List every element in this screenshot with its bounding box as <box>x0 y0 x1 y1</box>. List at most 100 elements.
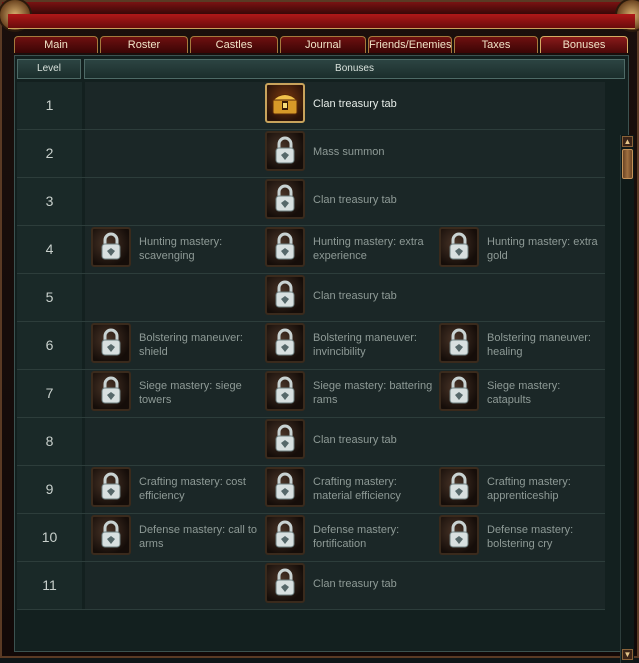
bonus-label: Mass summon <box>313 146 385 158</box>
lock-icon[interactable] <box>265 275 305 315</box>
level-cell: 3 <box>17 178 82 225</box>
lock-icon[interactable] <box>265 467 305 507</box>
bonuses-column-header: Bonuses <box>84 59 625 79</box>
lock-icon[interactable] <box>439 371 479 411</box>
level-cell: 4 <box>17 226 82 273</box>
lock-icon[interactable] <box>265 323 305 363</box>
bonus-label: Clan treasury tab <box>313 434 397 446</box>
bonuses-cell: Siege mastery: siege towers Siege mastery… <box>85 370 605 417</box>
bonus-item[interactable]: Siege mastery: battering rams <box>265 370 435 417</box>
level-cell: 9 <box>17 466 82 513</box>
bonus-label: Siege mastery: siege towers <box>139 380 242 406</box>
bonus-label: Crafting mastery: material efficiency <box>313 476 401 502</box>
level-cell: 6 <box>17 322 82 369</box>
bonus-item[interactable]: Siege mastery: siege towers <box>91 370 261 417</box>
bonus-item[interactable]: Bolstering maneuver: shield <box>91 322 261 369</box>
bonus-item[interactable]: Hunting mastery: extra experience <box>265 226 435 273</box>
bonuses-cell: Clan treasury tab <box>85 82 605 129</box>
lock-icon[interactable] <box>439 515 479 555</box>
bonuses-cell: Clan treasury tab <box>85 274 605 321</box>
bonus-item[interactable]: Defense mastery: call to arms <box>91 514 261 561</box>
lock-icon[interactable] <box>91 371 131 411</box>
bonus-item[interactable]: Mass summon <box>265 130 435 177</box>
table-row: 4 Hunting mastery: scavenging Hunting mast… <box>17 226 605 274</box>
bonus-label: Siege mastery: battering rams <box>313 380 433 406</box>
bonus-item[interactable]: Bolstering maneuver: healing <box>439 322 609 369</box>
bonus-item[interactable]: Hunting mastery: extra gold <box>439 226 609 273</box>
lock-icon[interactable] <box>91 227 131 267</box>
window-frame: Main Roster Castles Journal Friends/Enem… <box>0 0 639 663</box>
bonuses-cell: Clan treasury tab <box>85 178 605 225</box>
bonus-label: Bolstering maneuver: invincibility <box>313 332 417 358</box>
table-row: 3 Clan treasury tab <box>17 178 605 226</box>
tab-journal[interactable]: Journal <box>280 36 366 53</box>
lock-icon[interactable] <box>265 563 305 603</box>
bonus-label: Hunting mastery: scavenging <box>139 236 223 262</box>
tab-bonuses[interactable]: Bonuses <box>540 36 628 53</box>
lock-icon[interactable] <box>439 227 479 267</box>
tab-roster[interactable]: Roster <box>100 36 188 53</box>
bonus-item[interactable]: Crafting mastery: cost efficiency <box>91 466 261 513</box>
lock-icon[interactable] <box>265 131 305 171</box>
bonuses-cell: Clan treasury tab <box>85 418 605 465</box>
level-cell: 1 <box>17 82 82 129</box>
table-row: 1 Clan treasury tab <box>17 82 605 130</box>
bonus-label: Crafting mastery: apprenticeship <box>487 476 571 502</box>
scroll-down-arrow-icon[interactable]: ▼ <box>622 649 633 660</box>
bonus-label: Defense mastery: bolstering cry <box>487 524 574 550</box>
lock-icon[interactable] <box>265 371 305 411</box>
bonus-label: Crafting mastery: cost efficiency <box>139 476 246 502</box>
bonuses-cell: Clan treasury tab <box>85 562 605 609</box>
table-row: 6 Bolstering maneuver: shield Bolstering m… <box>17 322 605 370</box>
lock-icon[interactable] <box>265 179 305 219</box>
tab-castles[interactable]: Castles <box>190 36 278 53</box>
bonuses-panel: Level Bonuses 1 Clan treasury tab 2 Mass su… <box>14 55 634 663</box>
bonus-item[interactable]: Clan treasury tab <box>265 418 435 465</box>
lock-icon[interactable] <box>265 419 305 459</box>
bonus-item[interactable]: Clan treasury tab <box>265 274 435 321</box>
scrollbar[interactable]: ▲ ▼ <box>620 135 634 663</box>
lock-icon[interactable] <box>91 515 131 555</box>
level-cell: 2 <box>17 130 82 177</box>
tab-main[interactable]: Main <box>14 36 98 53</box>
bonus-label: Clan treasury tab <box>313 194 397 206</box>
bonus-item[interactable]: Clan treasury tab <box>265 82 435 129</box>
scroll-up-arrow-icon[interactable]: ▲ <box>622 136 633 147</box>
table-row: 2 Mass summon <box>17 130 605 178</box>
table-row: 7 Siege mastery: siege towers Siege master… <box>17 370 605 418</box>
lock-icon[interactable] <box>439 323 479 363</box>
bonus-label: Bolstering maneuver: shield <box>139 332 243 358</box>
bonus-item[interactable]: Hunting mastery: scavenging <box>91 226 261 273</box>
bonus-item[interactable]: Defense mastery: bolstering cry <box>439 514 609 561</box>
bonus-item[interactable]: Defense mastery: fortification <box>265 514 435 561</box>
bonus-label: Defense mastery: fortification <box>313 524 400 550</box>
table-row: 9 Crafting mastery: cost efficiency Crafti… <box>17 466 605 514</box>
bonuses-cell: Defense mastery: call to arms Defense mas… <box>85 514 605 561</box>
bonus-label: Bolstering maneuver: healing <box>487 332 591 358</box>
bonus-item[interactable]: Crafting mastery: material efficiency <box>265 466 435 513</box>
lock-icon[interactable] <box>265 227 305 267</box>
bonuses-cell: Mass summon <box>85 130 605 177</box>
scrollbar-thumb[interactable] <box>622 149 633 179</box>
lock-icon[interactable] <box>265 515 305 555</box>
level-column-header: Level <box>17 59 81 79</box>
bonus-label: Hunting mastery: extra experience <box>313 236 424 262</box>
level-cell: 11 <box>17 562 82 609</box>
tab-taxes[interactable]: Taxes <box>454 36 538 53</box>
level-cell: 8 <box>17 418 82 465</box>
tab-friends-enemies[interactable]: Friends/Enemies <box>368 36 452 53</box>
lock-icon[interactable] <box>91 323 131 363</box>
bonus-label: Hunting mastery: extra gold <box>487 236 598 262</box>
lock-icon[interactable] <box>91 467 131 507</box>
bonuses-cell: Crafting mastery: cost efficiency Craftin… <box>85 466 605 513</box>
table-row: 8 Clan treasury tab <box>17 418 605 466</box>
treasure-chest-icon[interactable] <box>265 83 305 123</box>
bonus-item[interactable]: Clan treasury tab <box>265 562 435 609</box>
bonus-item[interactable]: Crafting mastery: apprenticeship <box>439 466 609 513</box>
lock-icon[interactable] <box>439 467 479 507</box>
table-row: 10 Defense mastery: call to arms Defense m… <box>17 514 605 562</box>
window-title-band <box>8 14 635 29</box>
bonus-item[interactable]: Clan treasury tab <box>265 178 435 225</box>
bonus-item[interactable]: Siege mastery: catapults <box>439 370 609 417</box>
bonus-item[interactable]: Bolstering maneuver: invincibility <box>265 322 435 369</box>
